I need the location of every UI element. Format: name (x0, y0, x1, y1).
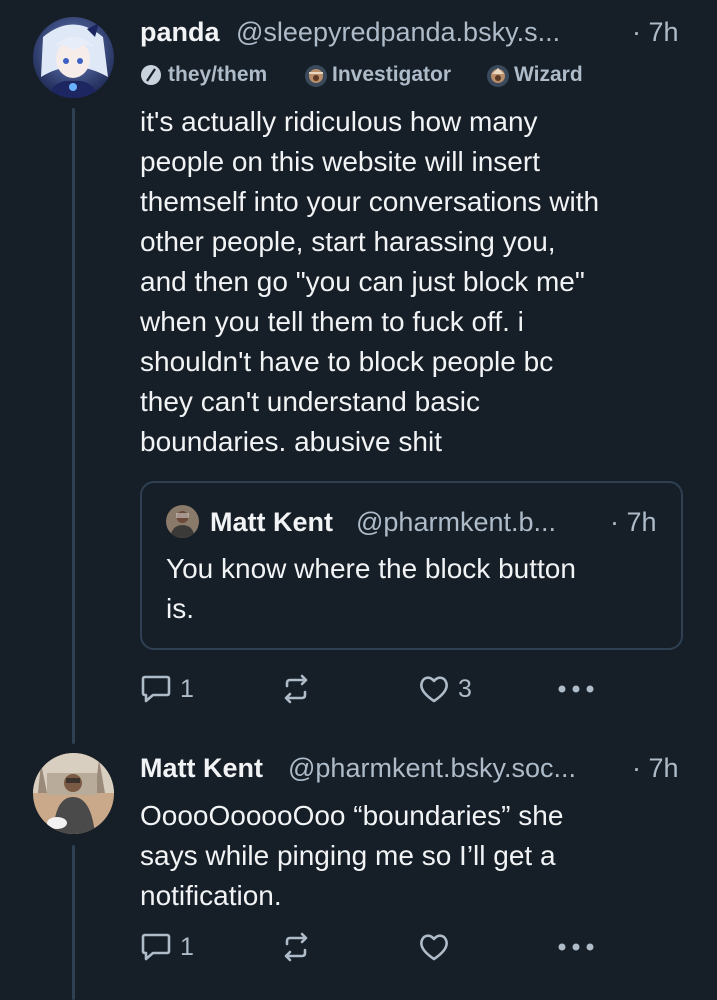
label-text: they/them (168, 63, 268, 86)
investigator-label-icon (304, 64, 327, 87)
more-dots-icon (558, 685, 594, 693)
reply-icon (141, 675, 171, 703)
author-handle[interactable]: @pharmkent.bsky.soc... (288, 753, 576, 784)
repost-button[interactable] (280, 674, 312, 704)
heart-icon (420, 934, 448, 961)
post-text: it's actually ridiculous how many people… (140, 106, 600, 457)
reply-button[interactable]: 1 (140, 674, 194, 704)
post-timestamp[interactable]: · 7h (632, 753, 679, 784)
like-count: 3 (458, 674, 472, 703)
more-options-button[interactable] (556, 936, 596, 958)
author-handle[interactable]: @sleepyredpanda.bsky.s... (236, 17, 560, 48)
repost-icon (284, 932, 308, 962)
label-text: Wizard (514, 63, 583, 86)
post-text: OoooOooooOoo “boundaries” she says while… (140, 800, 564, 911)
like-button[interactable]: 3 (418, 674, 472, 704)
quote-text: You know where the block button is. (166, 553, 576, 624)
repost-button[interactable] (280, 932, 312, 962)
quote-author-name[interactable]: Matt Kent (210, 507, 333, 538)
heart-icon (420, 676, 448, 703)
wizard-label-icon (486, 64, 509, 87)
quoted-post[interactable]: Matt Kent @pharmkent.b... · 7h You know … (140, 481, 683, 650)
avatar[interactable] (33, 17, 114, 98)
thread-line (72, 845, 75, 1000)
pronoun-label-icon (140, 64, 162, 86)
quote-timestamp[interactable]: · 7h (610, 507, 657, 538)
reply-icon (141, 933, 171, 961)
more-options-button[interactable] (556, 678, 596, 700)
thread-line (72, 108, 75, 744)
repost-icon (284, 674, 308, 704)
label-badge-investigator[interactable]: Investigator (304, 63, 451, 87)
reply-count: 1 (180, 674, 194, 703)
label-badge-wizard[interactable]: Wizard (486, 63, 583, 87)
label-badge-pronouns[interactable]: they/them (140, 63, 267, 87)
reply-button[interactable]: 1 (140, 932, 194, 962)
author-name[interactable]: panda (140, 17, 220, 48)
like-button[interactable] (418, 932, 450, 962)
quote-author-handle[interactable]: @pharmkent.b... (356, 507, 556, 538)
reply-count: 1 (180, 932, 194, 961)
avatar[interactable] (166, 505, 199, 538)
avatar[interactable] (33, 753, 114, 834)
post-timestamp[interactable]: · 7h (632, 17, 679, 48)
author-name[interactable]: Matt Kent (140, 753, 263, 784)
more-dots-icon (558, 943, 594, 951)
label-text: Investigator (332, 63, 452, 86)
